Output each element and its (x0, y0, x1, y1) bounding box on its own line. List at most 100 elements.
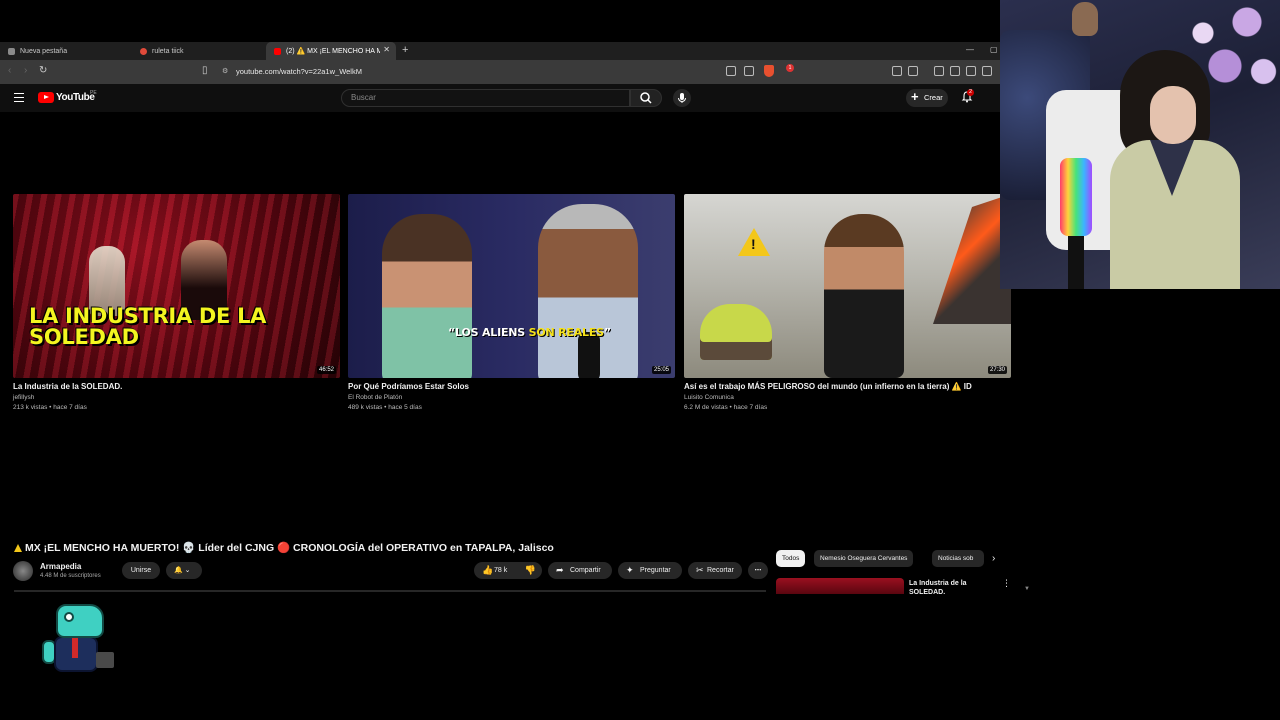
microphone-icon (678, 93, 686, 103)
brave-shields-icon[interactable] (764, 65, 774, 77)
subscriber-count: 4.48 M de suscriptores (40, 573, 101, 579)
scroll-down-arrow-icon[interactable]: ▼ (1024, 586, 1030, 592)
youtube-masthead: YouTube PE Buscar Crear 2 (0, 84, 1000, 112)
video-thumbnail[interactable]: 27:30 (684, 194, 1011, 378)
youtube-logo-icon[interactable] (38, 92, 54, 103)
chip-all[interactable]: Todos (776, 550, 806, 567)
chip-nemesio[interactable]: Nemesio Oseguera Cervantes (814, 550, 914, 567)
search-input[interactable]: Buscar (341, 89, 630, 107)
end-screen-video-card[interactable]: “LOS ALIENS SON REALES” 25:05 Por Qué Po… (348, 194, 675, 411)
thumbnail-caption: LA INDUSTRIA DE LA SOLEDAD (29, 304, 267, 349)
close-tab-icon[interactable]: ✕ (383, 45, 390, 54)
like-button[interactable]: 👍 78 k 👎 (474, 562, 542, 579)
forward-icon[interactable]: › (24, 65, 27, 76)
mascot-eye (64, 612, 74, 622)
video-channel[interactable]: El Robot de Platón (348, 394, 675, 401)
search-button[interactable] (630, 89, 662, 107)
maximize-icon[interactable]: ▢ (990, 45, 998, 54)
bell-chevron-icon: 🔔 ⌄ (174, 567, 191, 574)
url-field[interactable]: ⚙ youtube.com/watch?v=22a1w_WelkM (222, 64, 802, 80)
tab-label: (2) ⚠️ MX ¡EL MENCHO HA MUER (286, 48, 380, 55)
browser-tab-ruleta[interactable]: ruleta tiick (132, 42, 264, 60)
dinosaur-mascot (40, 604, 116, 676)
video-thumbnail[interactable]: “LOS ALIENS SON REALES” 25:05 (348, 194, 675, 378)
share-page-icon[interactable] (744, 66, 754, 76)
scissors-icon: ✂ (696, 565, 704, 575)
sparkle-icon: ✦ (626, 565, 634, 575)
ask-button[interactable]: ✦ Preguntar (618, 562, 682, 579)
tab-label: Nueva pestaña (20, 47, 68, 55)
extensions-icon[interactable] (892, 66, 902, 76)
browser-tab-youtube[interactable]: (2) ⚠️ MX ¡EL MENCHO HA MUER ✕ (266, 42, 396, 60)
thumbnail-background (13, 194, 340, 378)
video-duration: 27:30 (987, 366, 1007, 374)
watch-video-title: MX ¡EL MENCHO HA MUERTO! 💀 Líder del CJN… (14, 541, 554, 554)
new-tab-icon (8, 47, 15, 55)
video-channel[interactable]: Luisito Comunica (684, 394, 1011, 401)
chip-noticias[interactable]: Noticias sob (932, 550, 984, 567)
recommended-thumbnail[interactable] (776, 578, 904, 594)
region-code: PE (90, 90, 97, 96)
leo-icon[interactable] (982, 66, 992, 76)
more-actions-button[interactable]: ⋯ (748, 562, 768, 579)
like-count: 78 k (494, 567, 508, 574)
chips-next-icon[interactable]: › (992, 553, 995, 564)
sidebar-icon[interactable] (950, 66, 960, 76)
briefcase-icon (96, 652, 114, 668)
video-thumbnail[interactable]: LA INDUSTRIA DE LA SOLEDAD 46:52 (13, 194, 340, 378)
cast-icon[interactable] (726, 66, 736, 76)
host-figure (382, 214, 472, 378)
warning-icon (14, 544, 22, 552)
screenshot-icon[interactable] (908, 66, 918, 76)
create-label: Crear (924, 93, 943, 102)
sulfur-cart (700, 304, 772, 360)
end-screen-video-card[interactable]: LA INDUSTRIA DE LA SOLEDAD 46:52 La Indu… (13, 194, 340, 411)
warning-sign-icon (738, 228, 770, 256)
rgb-microphone (1060, 158, 1092, 236)
bookmark-icon[interactable]: ▯ (202, 65, 208, 76)
mascot-head (56, 604, 104, 638)
menu-icon[interactable] (14, 93, 24, 102)
create-button[interactable]: Crear (906, 88, 948, 107)
channel-avatar[interactable] (13, 561, 33, 581)
sweater-neckline (1150, 140, 1194, 196)
wallet-icon[interactable] (966, 66, 976, 76)
media-icon[interactable] (934, 66, 944, 76)
browser-tab-new[interactable]: Nueva pestaña (0, 42, 130, 60)
plush-toy (1072, 2, 1098, 36)
video-channel[interactable]: jefillysh (13, 394, 340, 401)
channel-name[interactable]: Armapedia (40, 562, 81, 571)
video-title[interactable]: Así es el trabajo MÁS PELIGROSO del mund… (684, 382, 1011, 391)
streamer-webcam (1000, 0, 1280, 289)
notification-settings-button[interactable]: 🔔 ⌄ (166, 562, 202, 579)
video-title[interactable]: La Industria de la SOLEDAD. (13, 382, 340, 391)
notification-count-badge: 2 (967, 89, 975, 96)
video-meta: 6.2 M de vistas • hace 7 días (684, 404, 768, 411)
video-duration: 25:05 (651, 366, 671, 374)
site-info-icon[interactable]: ⚙ (222, 64, 228, 80)
video-title[interactable]: Por Qué Podríamos Estar Solos (348, 382, 675, 391)
back-icon[interactable]: ‹ (8, 65, 11, 76)
tab-label: ruleta tiick (152, 47, 184, 55)
extension-badge: 1 (786, 64, 794, 72)
new-tab-button[interactable]: + (402, 44, 408, 56)
join-button[interactable]: Unirse (122, 562, 160, 579)
youtube-favicon-icon (274, 47, 281, 55)
thumbnail-caption: “LOS ALIENS SON REALES” (448, 326, 611, 339)
mascot-tie (72, 638, 78, 658)
minimize-icon[interactable]: — (966, 45, 974, 54)
ruleta-favicon-icon (140, 47, 147, 55)
recommended-more-icon[interactable]: ⋮ (1002, 578, 1011, 589)
youtube-logo-text[interactable]: YouTube (56, 92, 95, 103)
thumbs-down-icon[interactable]: 👎 (525, 562, 536, 579)
end-screen-video-card[interactable]: 27:30 Así es el trabajo MÁS PELIGROSO de… (684, 194, 1011, 411)
address-toolbar: ‹ › ↻ ▯ ⚙ youtube.com/watch?v=22a1w_Welk… (0, 60, 1000, 84)
share-button[interactable]: ➦ Compartir (548, 562, 612, 579)
reload-icon[interactable]: ↻ (39, 65, 47, 76)
streamer-face (1150, 86, 1196, 144)
recommended-title[interactable]: La Industria de la SOLEDAD. (909, 579, 989, 594)
masked-man-figure (824, 214, 904, 378)
clip-button[interactable]: ✂ Recortar (688, 562, 742, 579)
voice-search-button[interactable] (673, 89, 691, 107)
description-separator (14, 590, 766, 592)
